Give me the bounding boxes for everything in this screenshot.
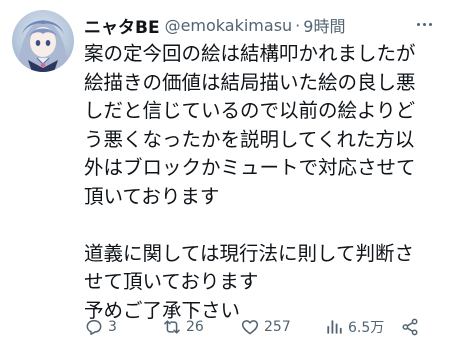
retweet-count: 26	[186, 319, 204, 335]
tweet-line: せて頂いております	[84, 270, 259, 293]
separator-dot: ·	[295, 15, 301, 35]
avatar[interactable]	[12, 10, 74, 72]
share-icon	[402, 318, 418, 336]
heart-icon	[241, 320, 259, 335]
bar-chart-icon	[327, 320, 342, 334]
views-button[interactable]: 6.5万	[324, 317, 384, 337]
tweet-line: 外はブロックかミュートで対応させて	[84, 156, 416, 179]
view-count: 6.5万	[348, 320, 385, 336]
tweet-line: 道義に関しては現行法に則して判断さ	[84, 241, 414, 265]
tweet-actions: 3 26 257 6.5万	[84, 315, 440, 339]
more-options-icon[interactable]	[417, 14, 432, 34]
display-name[interactable]: ニャタBE	[84, 13, 160, 38]
reply-icon	[86, 320, 102, 335]
retweet-icon	[164, 320, 180, 334]
retweet-button[interactable]: 26	[162, 317, 204, 337]
reply-count: 3	[108, 319, 117, 335]
like-button[interactable]: 257	[240, 317, 291, 337]
anime-character-avatar	[18, 20, 68, 72]
tweet-line: 頂いております	[84, 184, 220, 208]
tweet-line: 絵描きの価値は結局描いた絵の良し悪	[84, 70, 416, 94]
reply-button[interactable]: 3	[84, 317, 117, 337]
tweet-header: ニャタBE @emokakimasu · 9時間	[84, 13, 430, 38]
user-handle[interactable]: @emokakimasu	[165, 16, 293, 35]
like-count: 257	[264, 319, 291, 335]
tweet-line: う悪くなったかを説明してくれた方以	[84, 127, 415, 151]
tweet-line: 案の定今回の絵は結構叩かれましたが	[84, 42, 416, 65]
share-button[interactable]	[400, 317, 420, 337]
timestamp[interactable]: 9時間	[303, 13, 345, 37]
tweet-line: しだと信じているので以前の絵よりど	[84, 99, 416, 122]
tweet-text: 案の定今回の絵は結構叩かれましたが 絵描きの価値は結局描いた絵の良し悪 しだと信…	[84, 40, 444, 325]
